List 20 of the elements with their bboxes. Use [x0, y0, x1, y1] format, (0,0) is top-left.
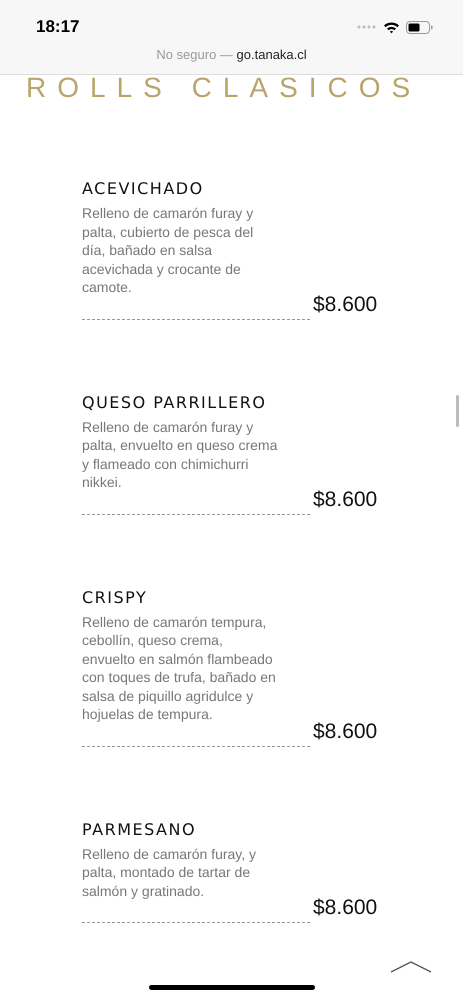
section-title: ROLLS CLASICOS	[26, 71, 422, 99]
dish-description: Relleno de camarón furay y palta, envuelto en queso crema y flameado con chimichurri nikkei.	[82, 418, 278, 492]
battery-icon	[406, 20, 433, 34]
status-time: 18:17	[36, 17, 80, 37]
dish-price: $8.600	[313, 292, 378, 316]
dish-name: ACEVICHADO	[82, 179, 204, 198]
dish-name: QUESO PARRILLERO	[82, 392, 266, 412]
dish-description: Relleno de camarón tempura, cebollín, queso crema, envuelto en salmón flambeado con toques de trufa, bañado en salsa de piquillo agridulce y hojuelas de tempura.	[82, 612, 277, 724]
dish-price: $8.600	[313, 488, 378, 512]
dish-price: $8.600	[313, 896, 378, 920]
dish-description: Relleno de camarón furay y palta, cubierto de pesca del día, bañado en salsa acevichada y crocante de camote.	[82, 204, 254, 296]
address-bar[interactable]: No seguro — go.tanaka.cl	[156, 47, 307, 62]
signal-icon	[357, 25, 377, 29]
dish-name: CRISPY	[82, 588, 148, 606]
dish-price: $8.600	[313, 720, 378, 744]
wifi-icon	[383, 20, 400, 34]
chevron-up-icon[interactable]	[390, 961, 432, 973]
dish-description: Relleno de camarón furay, y palta, montado de tartar de salmón y gratinado.	[82, 844, 258, 900]
dish-name: PARMESANO	[82, 820, 196, 838]
scroll-indicator	[456, 395, 459, 427]
